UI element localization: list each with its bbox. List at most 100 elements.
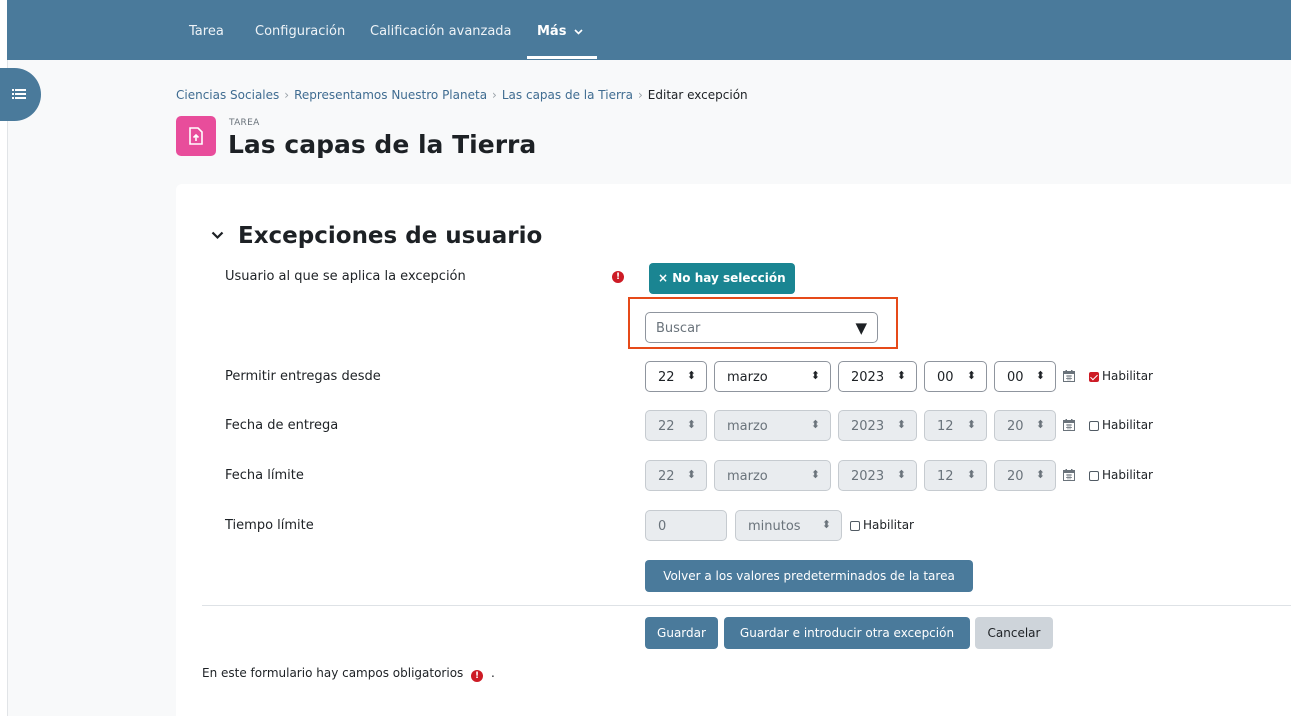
cutoff-enable-label: Habilitar — [1102, 468, 1153, 482]
input-value: 0 — [658, 519, 667, 534]
required-icon: ! — [471, 670, 484, 682]
select-caret-icon: ⬍ — [686, 369, 696, 382]
save-and-add-another-button[interactable]: Guardar e introducir otra excepción — [724, 617, 970, 649]
time-limit-input[interactable]: 0 — [645, 510, 727, 541]
breadcrumb-current: Editar excepción — [647, 88, 748, 102]
select-value: 22 — [658, 370, 675, 385]
select-value: 12 — [937, 419, 954, 434]
select-value: 22 — [658, 419, 675, 434]
select-caret-icon: ⬍ — [810, 369, 820, 382]
select-value: 2023 — [851, 370, 885, 385]
select-caret-icon: ⬍ — [810, 468, 820, 481]
due-date-enable-label: Habilitar — [1102, 418, 1153, 432]
course-index-toggle-button[interactable] — [0, 68, 41, 121]
section-collapse-chevron-icon[interactable] — [211, 231, 224, 240]
cancel-button[interactable]: Cancelar — [975, 617, 1053, 649]
no-selection-chip[interactable]: × No hay selección — [649, 263, 795, 294]
due-date-day-select[interactable]: 22 ⬍ — [645, 410, 707, 441]
calendar-icon[interactable] — [1063, 370, 1075, 382]
select-caret-icon: ⬍ — [810, 418, 820, 431]
nav-item-calificacion-avanzada[interactable]: Calificación avanzada — [370, 24, 512, 39]
required-fields-text: En este formulario hay campos obligatori… — [202, 666, 464, 680]
select-value: 20 — [1007, 469, 1024, 484]
select-caret-icon: ⬍ — [1035, 418, 1045, 431]
required-fields-period: . — [490, 666, 495, 680]
breadcrumb-link-course[interactable]: Ciencias Sociales — [176, 88, 279, 102]
user-search-dropdown[interactable]: Buscar ▼ — [645, 312, 878, 343]
select-value: 20 — [1007, 419, 1024, 434]
cutoff-day-select[interactable]: 22 ⬍ — [645, 460, 707, 491]
select-value: marzo — [727, 370, 768, 385]
cutoff-year-select[interactable]: 2023 ⬍ — [838, 460, 917, 491]
select-value: marzo — [727, 419, 768, 434]
select-value: 00 — [1007, 370, 1024, 385]
select-caret-icon: ⬍ — [966, 369, 976, 382]
select-value: marzo — [727, 469, 768, 484]
time-limit-enable-checkbox[interactable] — [850, 521, 860, 531]
nav-item-tarea[interactable]: Tarea — [189, 24, 224, 39]
breadcrumb: Ciencias Sociales › Representamos Nuestro … — [176, 88, 748, 102]
allow-from-year-select[interactable]: 2023 ⬍ — [838, 361, 917, 392]
nav-item-mas-label: Más — [537, 24, 567, 39]
select-caret-icon: ⬍ — [966, 418, 976, 431]
due-date-hour-select[interactable]: 12 ⬍ — [924, 410, 987, 441]
allow-from-month-select[interactable]: marzo ⬍ — [714, 361, 831, 392]
due-date-month-select[interactable]: marzo ⬍ — [714, 410, 831, 441]
due-date-enable-checkbox[interactable] — [1089, 421, 1099, 431]
reset-to-defaults-button[interactable]: Volver a los valores predeterminados de … — [645, 560, 973, 592]
time-limit-label: Tiempo límite — [225, 518, 314, 533]
breadcrumb-separator: › — [492, 88, 497, 102]
select-value: 22 — [658, 469, 675, 484]
select-caret-icon: ⬍ — [821, 518, 831, 531]
nav-item-configuracion[interactable]: Configuración — [255, 24, 345, 39]
allow-submissions-label: Permitir entregas desde — [225, 369, 381, 384]
section-title: Excepciones de usuario — [238, 223, 543, 249]
select-caret-icon: ⬍ — [686, 418, 696, 431]
allow-from-hour-select[interactable]: 00 ⬍ — [924, 361, 987, 392]
assignment-icon — [176, 116, 216, 156]
select-caret-icon: ⬍ — [1035, 369, 1045, 382]
breadcrumb-link-activity[interactable]: Las capas de la Tierra — [502, 88, 633, 102]
form-divider — [202, 605, 1291, 606]
breadcrumb-separator: › — [284, 88, 290, 102]
allow-from-minute-select[interactable]: 00 ⬍ — [994, 361, 1056, 392]
select-caret-icon: ⬍ — [686, 468, 696, 481]
select-value: 2023 — [851, 469, 885, 484]
time-limit-enable-label: Habilitar — [863, 518, 914, 532]
select-caret-icon: ⬍ — [896, 468, 906, 481]
cutoff-enable-checkbox[interactable] — [1089, 471, 1099, 481]
calendar-icon[interactable] — [1063, 419, 1075, 431]
dropdown-arrow-icon: ▼ — [855, 319, 867, 337]
select-caret-icon: ⬍ — [896, 418, 906, 431]
required-icon: ! — [612, 271, 624, 283]
save-button[interactable]: Guardar — [645, 617, 718, 649]
due-date-year-select[interactable]: 2023 ⬍ — [838, 410, 917, 441]
allow-from-enable-label: Habilitar — [1102, 369, 1153, 383]
select-caret-icon: ⬍ — [1035, 468, 1045, 481]
select-value: minutos — [748, 519, 801, 534]
allow-from-enable-checkbox[interactable] — [1089, 372, 1099, 382]
select-value: 12 — [937, 469, 954, 484]
select-value: 2023 — [851, 419, 885, 434]
nav-item-mas[interactable]: Más — [537, 24, 583, 39]
cutoff-minute-select[interactable]: 20 ⬍ — [994, 460, 1056, 491]
page-title: Las capas de la Tierra — [228, 130, 537, 159]
list-icon — [12, 89, 26, 99]
search-placeholder: Buscar — [656, 321, 701, 336]
calendar-icon[interactable] — [1063, 469, 1075, 481]
select-caret-icon: ⬍ — [896, 369, 906, 382]
cutoff-month-select[interactable]: marzo ⬍ — [714, 460, 831, 491]
due-date-minute-select[interactable]: 20 ⬍ — [994, 410, 1056, 441]
cutoff-hour-select[interactable]: 12 ⬍ — [924, 460, 987, 491]
active-nav-underline — [527, 56, 597, 59]
select-caret-icon: ⬍ — [966, 468, 976, 481]
time-limit-unit-select[interactable]: minutos ⬍ — [735, 510, 842, 541]
secondary-navigation: Tarea Configuración Calificación avanzad… — [7, 0, 1291, 60]
required-fields-note: En este formulario hay campos obligatori… — [202, 666, 495, 682]
breadcrumb-link-section[interactable]: Representamos Nuestro Planeta — [294, 88, 487, 102]
activity-type-label: TAREA — [229, 118, 260, 128]
chevron-down-icon — [574, 28, 583, 35]
breadcrumb-separator: › — [637, 88, 643, 102]
allow-from-day-select[interactable]: 22 ⬍ — [645, 361, 707, 392]
cutoff-date-label: Fecha límite — [225, 468, 304, 483]
